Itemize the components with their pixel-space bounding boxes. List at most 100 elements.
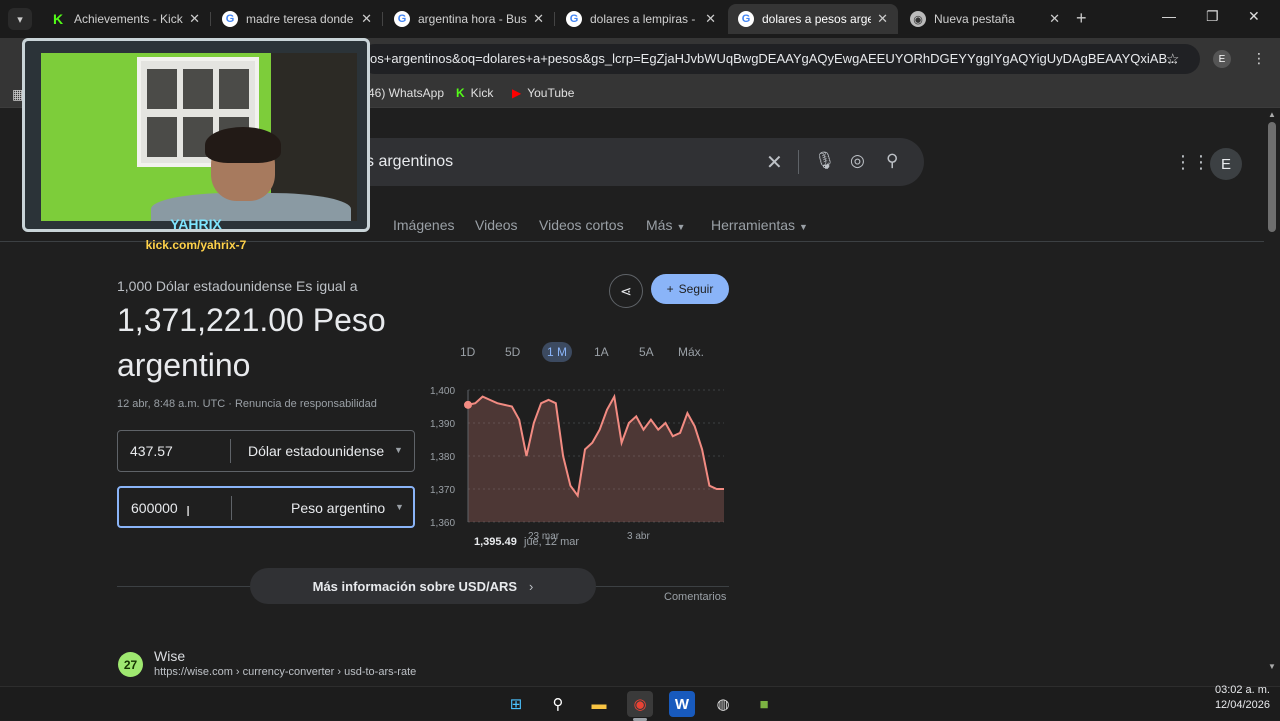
tab-separator bbox=[554, 12, 555, 26]
windows-start-icon[interactable]: ⊞ bbox=[503, 691, 529, 717]
conversion-meta: 12 abr, 8:48 a.m. UTC · Renuncia de resp… bbox=[117, 398, 377, 410]
from-currency-select[interactable]: Dólar estadounidense bbox=[248, 443, 384, 459]
tab-label: Más bbox=[646, 217, 673, 233]
account-avatar[interactable]: E bbox=[1210, 148, 1242, 180]
tab-herramientas[interactable]: Herramientas ▼ bbox=[711, 217, 808, 233]
bookmark-star-icon[interactable]: ☆ bbox=[1166, 50, 1179, 68]
search-box[interactable]: s argentinos ✕ 🎙 ◎ ⚲ bbox=[340, 138, 924, 186]
tab-dolares-pesos[interactable]: G dolares a pesos arge ✕ bbox=[728, 4, 898, 34]
tab-search-button[interactable]: ▾ bbox=[8, 8, 32, 30]
tab-videos[interactable]: Videos bbox=[475, 217, 518, 233]
y-tick-label: 1,380 bbox=[430, 452, 455, 463]
tab-title: madre teresa donde bbox=[246, 12, 354, 26]
file-explorer-icon[interactable]: ▬ bbox=[586, 691, 612, 717]
range-1a[interactable]: 1A bbox=[589, 342, 614, 362]
webcam-video bbox=[41, 53, 357, 221]
youtube-icon: ▶ bbox=[512, 86, 522, 100]
to-amount-input[interactable]: 600000 bbox=[131, 500, 178, 516]
share-icon: ⋖ bbox=[620, 282, 632, 299]
chrome-icon[interactable]: ◉ bbox=[627, 691, 653, 717]
to-currency-select[interactable]: Peso argentino bbox=[291, 500, 385, 516]
caret-down-icon: ▼ bbox=[799, 222, 808, 232]
tab-achievements[interactable]: K Achievements - Kick ✕ bbox=[40, 4, 210, 34]
range-5d[interactable]: 5D bbox=[500, 342, 525, 362]
google-icon: G bbox=[738, 11, 754, 27]
exchange-rate-chart[interactable]: 1,4001,3901,3801,3701,3601,395.49 jue, 12… bbox=[420, 378, 740, 548]
from-amount-input[interactable]: 437.57 bbox=[130, 443, 173, 459]
cam-window-pane bbox=[183, 69, 213, 109]
feedback-link[interactable]: Comentarios bbox=[664, 591, 726, 603]
webcam-frame bbox=[22, 38, 370, 232]
minecraft-icon[interactable]: ■ bbox=[751, 691, 777, 717]
more-info-button[interactable]: Más información sobre USD/ARS › bbox=[250, 568, 596, 604]
range-1d[interactable]: 1D bbox=[455, 342, 480, 362]
tab-title: dolares a pesos arge bbox=[762, 12, 872, 26]
lens-icon[interactable]: ◎ bbox=[850, 151, 865, 171]
close-icon[interactable]: ✕ bbox=[189, 11, 200, 27]
tab-mas[interactable]: Más ▼ bbox=[646, 217, 685, 233]
tab-imagenes[interactable]: Imágenes bbox=[393, 217, 454, 233]
webcam-overlay: YAHRIX kick.com/yahrix-7 bbox=[22, 38, 370, 260]
window-close-icon[interactable]: ✕ bbox=[1248, 8, 1260, 25]
bookmark-whatsapp[interactable]: (46) WhatsApp bbox=[364, 86, 444, 100]
text-cursor-icon: I bbox=[186, 503, 191, 520]
tab-madre-teresa[interactable]: G madre teresa donde ✕ bbox=[212, 4, 382, 34]
close-icon[interactable]: ✕ bbox=[533, 11, 544, 27]
search-input[interactable]: s argentinos bbox=[366, 153, 453, 171]
range-max[interactable]: Máx. bbox=[673, 342, 709, 362]
bookmark-label: YouTube bbox=[527, 86, 575, 100]
close-icon[interactable]: ✕ bbox=[705, 11, 716, 27]
tab-separator bbox=[210, 12, 211, 26]
range-1m[interactable]: 1 M bbox=[542, 342, 573, 362]
microphone-icon[interactable]: 🎙 bbox=[814, 151, 836, 171]
result-site-name[interactable]: Wise bbox=[154, 648, 185, 664]
clear-icon[interactable]: ✕ bbox=[766, 150, 783, 175]
browser-menu-icon[interactable]: ⋮ bbox=[1252, 50, 1266, 67]
wise-logo: 27 bbox=[118, 652, 143, 677]
share-button[interactable]: ⋖ bbox=[609, 274, 643, 308]
search-icon[interactable]: ⚲ bbox=[886, 151, 898, 171]
result-url[interactable]: https://wise.com › currency-converter › … bbox=[154, 666, 416, 678]
close-icon[interactable]: ✕ bbox=[1049, 11, 1060, 27]
google-icon: G bbox=[222, 11, 238, 27]
close-icon[interactable]: ✕ bbox=[361, 11, 372, 27]
cam-person-hair bbox=[205, 127, 281, 163]
tab-label: Herramientas bbox=[711, 217, 796, 233]
dropdown-arrow-icon[interactable]: ▼ bbox=[395, 502, 404, 512]
tab-dolares-lempiras[interactable]: G dolares a lempiras - ✕ bbox=[556, 4, 726, 34]
scroll-up-arrow-icon[interactable]: ▲ bbox=[1268, 110, 1276, 119]
close-icon[interactable]: ✕ bbox=[877, 11, 888, 27]
address-bar[interactable]: os+argentinos&oq=dolares+a+pesos&gs_lcrp… bbox=[360, 44, 1200, 74]
bookmark-kick[interactable]: K Kick bbox=[456, 86, 493, 100]
from-amount-field[interactable]: 437.57 Dólar estadounidense ▼ bbox=[117, 430, 415, 472]
cam-window-pane bbox=[147, 117, 177, 157]
tab-title: argentina hora - Busc bbox=[418, 12, 528, 26]
tab-nueva-pestana[interactable]: ◉ Nueva pestaña ✕ bbox=[900, 4, 1070, 34]
y-tick-label: 1,400 bbox=[430, 386, 455, 397]
scroll-thumb[interactable] bbox=[1268, 122, 1276, 232]
minimize-icon[interactable]: — bbox=[1162, 8, 1176, 24]
search-icon[interactable]: ⚲ bbox=[545, 691, 571, 717]
page-scrollbar[interactable]: ▲ ▼ bbox=[1264, 108, 1280, 686]
follow-button[interactable]: + Seguir bbox=[651, 274, 729, 304]
dropdown-arrow-icon[interactable]: ▼ bbox=[394, 445, 403, 455]
kick-icon: K bbox=[456, 86, 465, 100]
plus-icon: + bbox=[666, 282, 674, 296]
bookmark-youtube[interactable]: ▶ YouTube bbox=[512, 86, 574, 100]
cam-window-pane bbox=[147, 69, 177, 109]
tab-videos-cortos[interactable]: Videos cortos bbox=[539, 217, 624, 233]
streamer-link: kick.com/yahrix-7 bbox=[145, 238, 247, 252]
profile-avatar[interactable]: E bbox=[1213, 50, 1231, 68]
to-amount-field[interactable]: 600000 Peso argentino ▼ bbox=[117, 486, 415, 528]
new-tab-button[interactable]: + bbox=[1076, 8, 1087, 29]
system-clock[interactable]: 03:02 a. m. 12/04/2026 bbox=[1190, 683, 1270, 713]
tab-argentina-hora[interactable]: G argentina hora - Busc ✕ bbox=[384, 4, 554, 34]
tooltip-value: 1,395.49 bbox=[474, 536, 517, 548]
restore-icon[interactable]: ❐ bbox=[1206, 8, 1219, 25]
scroll-down-arrow-icon[interactable]: ▼ bbox=[1268, 662, 1276, 671]
word-icon[interactable]: W bbox=[669, 691, 695, 717]
tab-title: dolares a lempiras - bbox=[590, 12, 696, 26]
tab-title: Achievements - Kick bbox=[74, 12, 183, 26]
range-5a[interactable]: 5A bbox=[634, 342, 659, 362]
obs-icon[interactable]: ◍ bbox=[710, 691, 736, 717]
